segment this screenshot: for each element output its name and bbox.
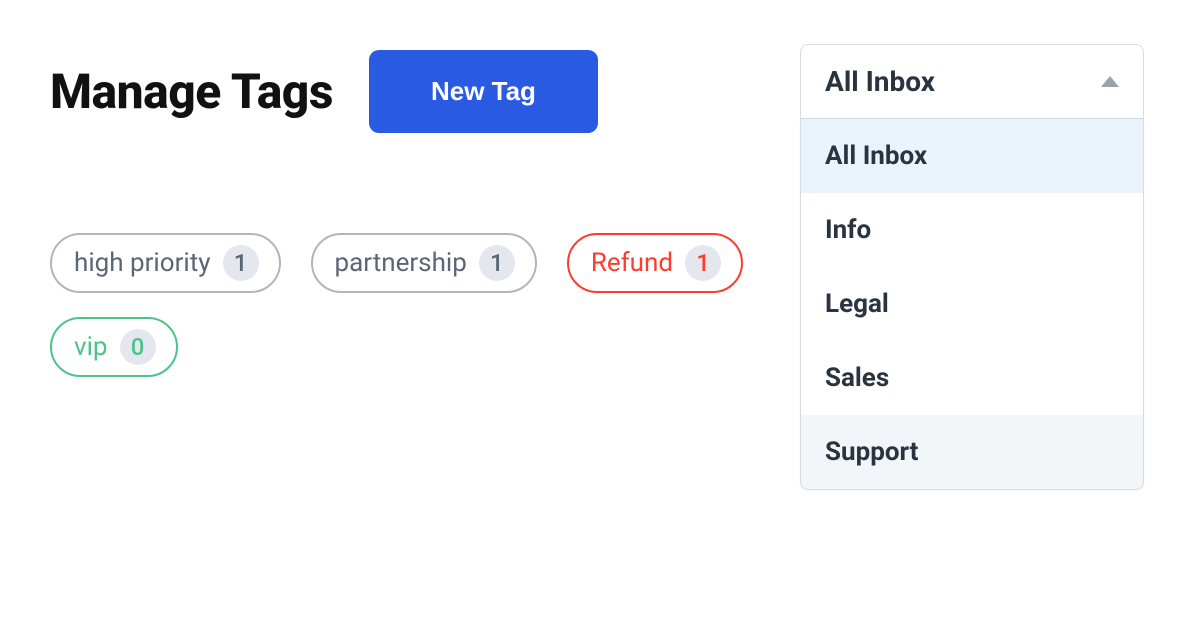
- inbox-filter-menu: All Inbox Info Legal Sales Support: [800, 119, 1144, 490]
- inbox-option-info[interactable]: Info: [801, 193, 1143, 267]
- chevron-up-icon: [1101, 76, 1119, 87]
- new-tag-button[interactable]: New Tag: [369, 50, 598, 133]
- inbox-filter-selected-label: All Inbox: [825, 65, 935, 98]
- inbox-option-legal[interactable]: Legal: [801, 267, 1143, 341]
- tag-count: 1: [479, 245, 515, 281]
- tag-chip-high-priority[interactable]: high priority 1: [50, 233, 281, 293]
- tag-count: 1: [685, 245, 721, 281]
- tag-label: high priority: [74, 248, 211, 278]
- tag-label: vip: [74, 332, 108, 362]
- tag-count: 1: [223, 245, 259, 281]
- tag-label: partnership: [335, 248, 467, 278]
- tag-chip-vip[interactable]: vip 0: [50, 317, 178, 377]
- inbox-filter-dropdown: All Inbox All Inbox Info Legal Sales Sup…: [800, 44, 1144, 490]
- tag-count: 0: [120, 329, 156, 365]
- tags-list: high priority 1 partnership 1 Refund 1 v…: [50, 233, 810, 377]
- inbox-option-all-inbox[interactable]: All Inbox: [801, 119, 1143, 193]
- inbox-filter-toggle[interactable]: All Inbox: [800, 44, 1144, 119]
- inbox-option-support[interactable]: Support: [801, 415, 1143, 489]
- tag-label: Refund: [591, 248, 673, 278]
- page-title: Manage Tags: [50, 63, 333, 120]
- inbox-option-sales[interactable]: Sales: [801, 341, 1143, 415]
- tag-chip-refund[interactable]: Refund 1: [567, 233, 743, 293]
- tag-chip-partnership[interactable]: partnership 1: [311, 233, 537, 293]
